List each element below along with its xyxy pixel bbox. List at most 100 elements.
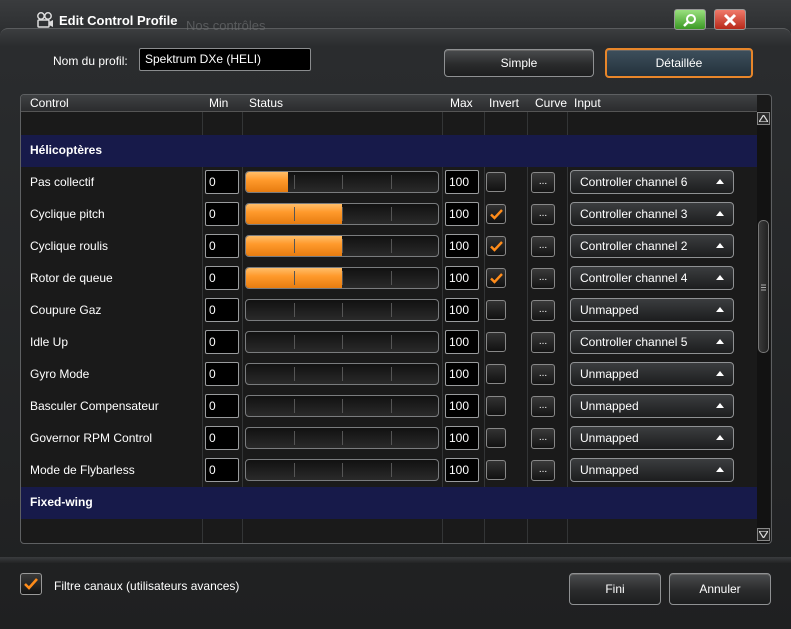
status-bar [245, 331, 439, 353]
control-name: Cyclique roulis [30, 239, 109, 253]
input-select[interactable]: Controller channel 3 [570, 202, 734, 226]
invert-checkbox[interactable] [486, 460, 506, 480]
status-tick [294, 463, 295, 477]
status-tick [391, 431, 392, 445]
max-input[interactable]: 100 [445, 426, 479, 450]
section-header-helicopters: Hélicoptères [21, 135, 757, 167]
done-button[interactable]: Fini [569, 573, 661, 605]
table-row: Pas collectif 0 100... Controller channel 6 [21, 167, 757, 199]
status-tick [342, 175, 343, 189]
status-bar [245, 235, 439, 257]
invert-checkbox[interactable] [486, 236, 506, 256]
min-input[interactable]: 0 [205, 298, 239, 322]
curve-button[interactable]: ... [531, 268, 555, 289]
curve-button[interactable]: ... [531, 236, 555, 257]
curve-button[interactable]: ... [531, 332, 555, 353]
input-select-value: Controller channel 5 [580, 335, 688, 349]
status-bar [245, 267, 439, 289]
curve-button[interactable]: ... [531, 396, 555, 417]
status-tick [391, 207, 392, 221]
max-input[interactable]: 100 [445, 234, 479, 258]
min-input[interactable]: 0 [205, 170, 239, 194]
control-name: Rotor de queue [30, 271, 113, 285]
filter-channels-checkbox[interactable] [20, 573, 42, 595]
input-select[interactable]: Controller channel 5 [570, 330, 734, 354]
invert-checkbox[interactable] [486, 204, 506, 224]
status-tick [391, 303, 392, 317]
min-input[interactable]: 0 [205, 426, 239, 450]
input-select[interactable]: Unmapped [570, 362, 734, 386]
max-input[interactable]: 100 [445, 330, 479, 354]
input-select[interactable]: Controller channel 6 [570, 170, 734, 194]
dropdown-arrow-icon [716, 339, 724, 344]
cancel-button[interactable]: Annuler [669, 573, 771, 605]
status-tick [294, 271, 295, 285]
status-tick [342, 239, 343, 253]
dropdown-arrow-icon [716, 307, 724, 312]
checkmark-icon [489, 208, 503, 220]
col-status: Status [249, 96, 284, 110]
max-input[interactable]: 100 [445, 458, 479, 482]
min-input[interactable]: 0 [205, 266, 239, 290]
curve-button[interactable]: ... [531, 460, 555, 481]
curve-button[interactable]: ... [531, 204, 555, 225]
simple-mode-button[interactable]: Simple [444, 49, 594, 77]
curve-button[interactable]: ... [531, 300, 555, 321]
invert-checkbox[interactable] [486, 396, 506, 416]
invert-checkbox[interactable] [486, 428, 506, 448]
curve-button[interactable]: ... [531, 172, 555, 193]
scroll-up-button[interactable] [757, 112, 770, 125]
detailed-mode-button[interactable]: Détaillée [605, 48, 753, 78]
col-max: Max [450, 96, 473, 110]
scroll-down-button[interactable] [757, 528, 770, 541]
arrow-down-icon [759, 531, 768, 538]
status-bar-fill [246, 172, 289, 192]
status-tick [342, 335, 343, 349]
curve-button[interactable]: ... [531, 364, 555, 385]
max-input[interactable]: 100 [445, 202, 479, 226]
min-input[interactable]: 0 [205, 458, 239, 482]
input-select[interactable]: Unmapped [570, 298, 734, 322]
search-button[interactable] [674, 9, 706, 30]
section-header-fixed-wing: Fixed-wing [21, 487, 757, 519]
input-select-value: Controller channel 2 [580, 239, 688, 253]
invert-checkbox[interactable] [486, 300, 506, 320]
invert-checkbox[interactable] [486, 268, 506, 288]
grip-icon [761, 284, 766, 291]
max-input[interactable]: 100 [445, 394, 479, 418]
input-select[interactable]: Controller channel 4 [570, 266, 734, 290]
max-input[interactable]: 100 [445, 298, 479, 322]
dropdown-arrow-icon [716, 371, 724, 376]
status-tick [391, 399, 392, 413]
control-name: Pas collectif [30, 175, 95, 189]
status-tick [342, 271, 343, 285]
min-input[interactable]: 0 [205, 362, 239, 386]
checkmark-icon [24, 578, 38, 590]
invert-checkbox[interactable] [486, 364, 506, 384]
status-tick [294, 207, 295, 221]
input-select[interactable]: Unmapped [570, 426, 734, 450]
min-input[interactable]: 0 [205, 234, 239, 258]
max-input[interactable]: 100 [445, 170, 479, 194]
min-input[interactable]: 0 [205, 202, 239, 226]
scrollbar-thumb[interactable] [758, 220, 769, 353]
max-input[interactable]: 100 [445, 362, 479, 386]
close-button[interactable] [714, 9, 746, 30]
status-tick [391, 463, 392, 477]
min-input[interactable]: 0 [205, 394, 239, 418]
invert-checkbox[interactable] [486, 172, 506, 192]
status-tick [294, 239, 295, 253]
curve-button[interactable]: ... [531, 428, 555, 449]
max-input[interactable]: 100 [445, 266, 479, 290]
section-title: Fixed-wing [30, 495, 93, 509]
table-row: Governor RPM Control 0 100... Unmapped [21, 423, 757, 455]
input-select[interactable]: Controller channel 2 [570, 234, 734, 258]
profile-name-input[interactable]: Spektrum DXe (HELI) [139, 48, 311, 71]
col-min: Min [209, 96, 229, 110]
table-row: Cyclique roulis 0 100... Controller channel… [21, 231, 757, 263]
invert-checkbox[interactable] [486, 332, 506, 352]
input-select[interactable]: Unmapped [570, 458, 734, 482]
min-input[interactable]: 0 [205, 330, 239, 354]
dropdown-arrow-icon [716, 275, 724, 280]
input-select[interactable]: Unmapped [570, 394, 734, 418]
